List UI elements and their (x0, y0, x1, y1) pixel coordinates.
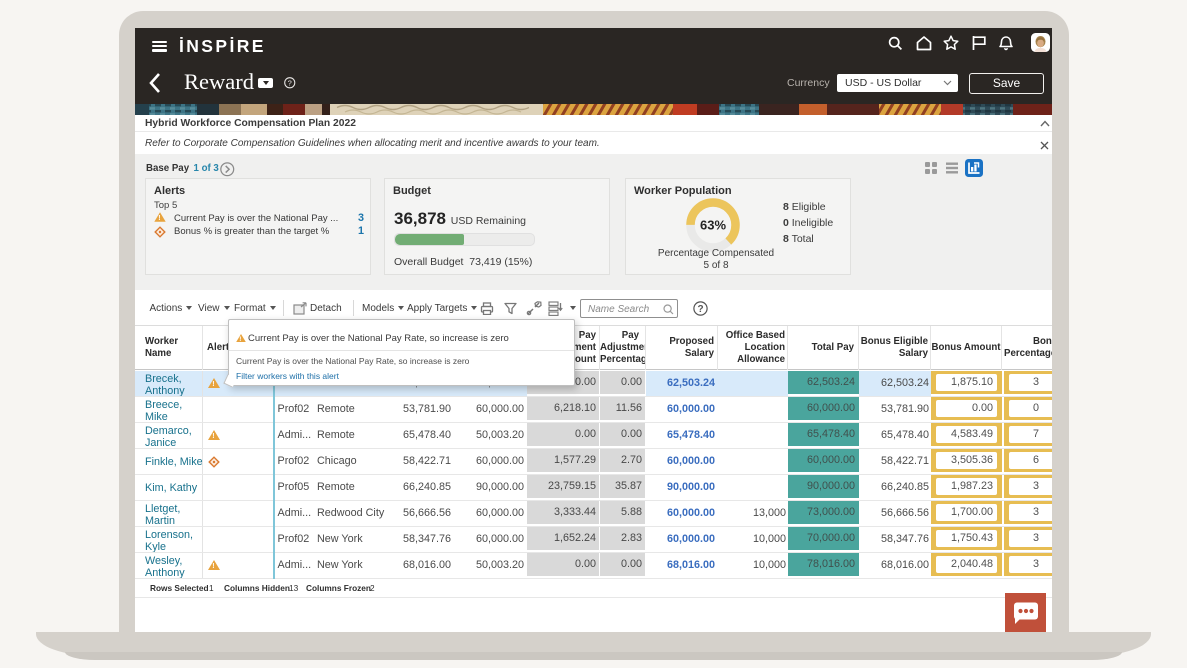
svg-text:63%: 63% (700, 218, 726, 233)
svg-text:?: ? (288, 78, 292, 87)
svg-text:?: ? (697, 304, 703, 315)
